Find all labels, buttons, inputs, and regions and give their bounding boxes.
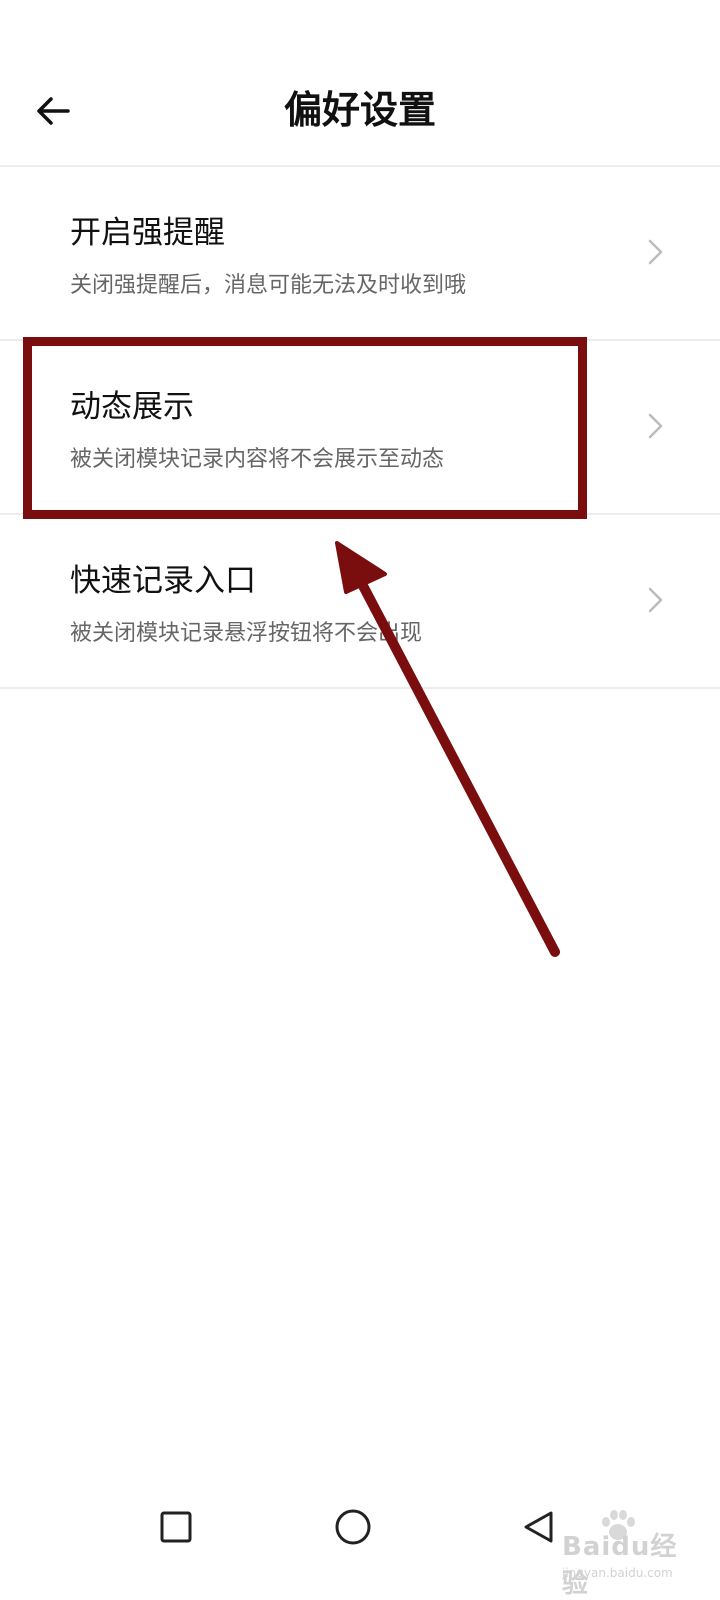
chevron-right-icon [648, 413, 663, 439]
home-button[interactable] [323, 1497, 383, 1557]
setting-description: 关闭强提醒后，消息可能无法及时收到哦 [70, 273, 467, 298]
app-header: 偏好设置 [0, 0, 720, 167]
watermark-url: jingyan.baidu.com [562, 1566, 673, 1580]
setting-item-strong-reminder[interactable]: 开启强提醒 关闭强提醒后，消息可能无法及时收到哦 [0, 167, 720, 341]
setting-title: 开启强提醒 [70, 215, 225, 251]
setting-description: 被关闭模块记录内容将不会展示至动态 [70, 447, 445, 472]
page-title: 偏好设置 [283, 88, 436, 132]
setting-title: 动态展示 [70, 389, 194, 425]
setting-item-quick-record-entry[interactable]: 快速记录入口 被关闭模块记录悬浮按钮将不会出现 [0, 515, 720, 689]
setting-description: 被关闭模块记录悬浮按钮将不会出现 [70, 621, 423, 646]
circle-icon [335, 1509, 371, 1545]
square-icon [160, 1511, 192, 1543]
chevron-right-icon [648, 239, 663, 265]
chevron-right-icon [648, 587, 663, 613]
watermark-brand: Baidu经验 [562, 1532, 678, 1599]
baidu-jingyan-watermark: Baidu经验 jingyan.baidu.com [542, 1510, 692, 1599]
setting-title: 快速记录入口 [70, 563, 256, 599]
setting-item-dynamic-display[interactable]: 动态展示 被关闭模块记录内容将不会展示至动态 [0, 341, 720, 515]
recent-apps-button[interactable] [146, 1497, 206, 1557]
settings-list: 开启强提醒 关闭强提醒后，消息可能无法及时收到哦 动态展示 被关闭模块记录内容将… [0, 167, 720, 689]
